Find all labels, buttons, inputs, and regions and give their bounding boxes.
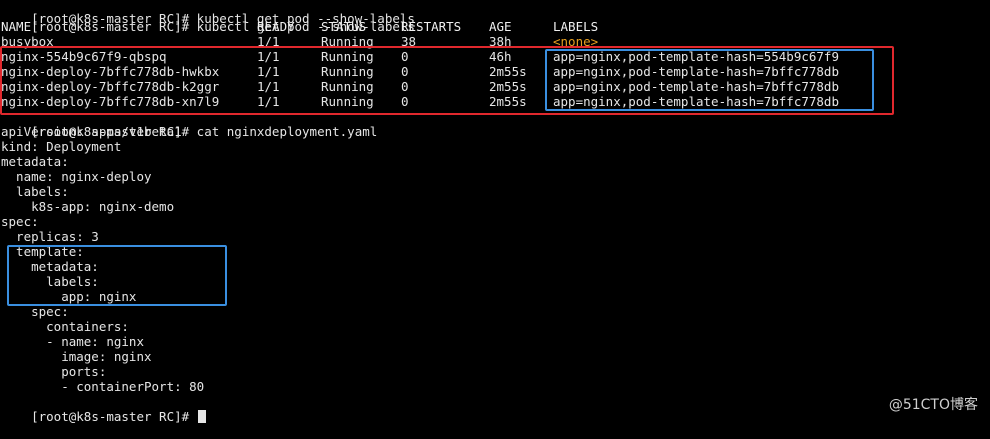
yaml-line: - containerPort: 80: [1, 379, 205, 394]
yaml-line: metadata:: [1, 154, 69, 169]
header-age: AGE: [489, 19, 512, 34]
labels-highlight-box: [545, 49, 874, 111]
header-name: NAME: [1, 19, 32, 34]
yaml-line: containers:: [1, 319, 129, 334]
table-header: NAME READY STATUS RESTARTS AGE LABELS: [1, 19, 986, 34]
yaml-line: spec:: [1, 214, 39, 229]
yaml-line: kind: Deployment: [1, 139, 122, 154]
yaml-line: replicas: 3: [1, 229, 99, 244]
yaml-line: image: nginx: [1, 349, 152, 364]
yaml-line: k8s-app: nginx-demo: [1, 199, 175, 214]
yaml-line: labels:: [1, 184, 69, 199]
header-status: STATUS: [321, 19, 367, 34]
final-prompt-line[interactable]: [root@k8s-master RC]#: [1, 394, 206, 424]
header-labels: LABELS: [553, 19, 599, 34]
terminal-cursor: [197, 410, 206, 423]
yaml-line: ports:: [1, 364, 107, 379]
yaml-line: name: nginx-deploy: [1, 169, 152, 184]
terminal-window[interactable]: [root@k8s-master RC]# kubectl get pod --…: [0, 0, 990, 424]
header-restarts: RESTARTS: [401, 19, 462, 34]
template-highlight-box: [7, 245, 227, 306]
yaml-line: apiVersion: apps/v1beta1: [1, 124, 182, 139]
prompt-command-line: [root@k8s-master RC]# kubectl get pod --…: [31, 19, 415, 34]
watermark: @51CTO博客: [888, 397, 978, 413]
final-prompt-text: [root@k8s-master RC]#: [31, 409, 197, 424]
yaml-line: - name: nginx: [1, 334, 144, 349]
yaml-line: spec:: [1, 304, 69, 319]
header-ready: READY: [257, 19, 295, 34]
